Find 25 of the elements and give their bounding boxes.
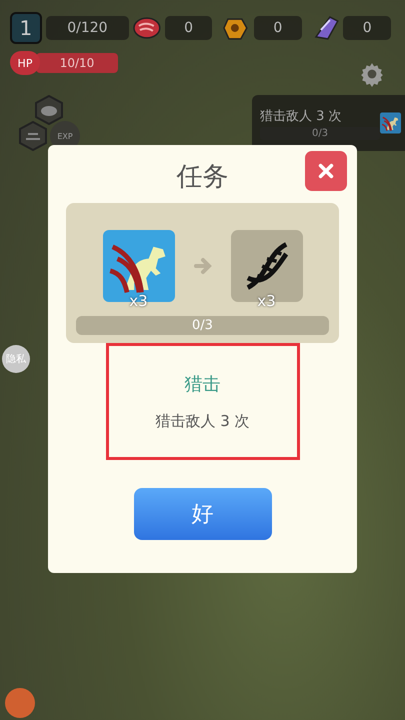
crystal-counter: 0	[343, 16, 391, 40]
meat-icon	[133, 16, 161, 40]
close-button[interactable]	[305, 151, 347, 191]
hp-value: 10/10	[58, 55, 96, 72]
ok-button[interactable]: 好	[134, 488, 272, 540]
xp-counter: 0/120	[46, 16, 130, 40]
meat-counter: 0	[164, 16, 212, 40]
stamina-upgrade-button[interactable]	[18, 121, 48, 151]
support-avatar-button[interactable]	[5, 688, 35, 718]
quest-tracker-panel[interactable]: 猎击敌人 3 次 0/3	[252, 95, 405, 151]
quest-tracker-progress: 0/3	[310, 126, 330, 140]
dialog-title: 任务	[176, 161, 228, 189]
quest-tracker-text: 猎击敌人 3 次	[260, 108, 343, 124]
player-level-badge: 1	[10, 12, 42, 44]
task-title: 猎击	[184, 373, 220, 396]
task-description: 猎击敌人 3 次	[155, 412, 250, 431]
hp-heart-icon: HP	[10, 51, 40, 75]
close-icon	[317, 162, 335, 180]
settings-icon[interactable]	[359, 61, 385, 87]
reward-count: x3	[256, 292, 277, 310]
amber-counter: 0	[254, 16, 302, 40]
arrow-right-icon	[192, 256, 212, 276]
food-upgrade-button[interactable]	[34, 95, 64, 125]
amber-icon	[222, 16, 250, 40]
quest-progress-label: 0/3	[191, 317, 214, 335]
